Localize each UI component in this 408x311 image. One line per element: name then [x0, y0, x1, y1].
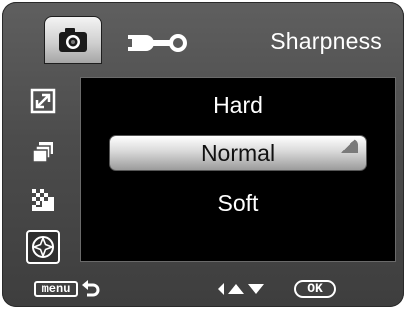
copies-icon[interactable] — [28, 137, 58, 167]
navigation-arrows-icon[interactable] — [216, 282, 272, 296]
resolution-icon[interactable] — [28, 86, 58, 116]
wrench-icon[interactable] — [124, 30, 190, 56]
tab-camera[interactable] — [44, 16, 102, 64]
option-hard[interactable]: Hard — [81, 88, 395, 122]
sidebar-item-sharpness[interactable] — [26, 230, 60, 264]
option-soft[interactable]: Soft — [81, 186, 395, 220]
top-bar: Sharpness — [2, 2, 404, 72]
quality-icon[interactable] — [28, 185, 58, 215]
screen-bezel: Sharpness Hard Normal Soft menu OK — [2, 2, 404, 307]
selection-marker — [338, 139, 358, 153]
back-arrow-icon[interactable] — [80, 279, 102, 299]
page-title: Sharpness — [270, 28, 382, 54]
menu-button[interactable]: menu — [34, 281, 78, 297]
camera-icon — [59, 28, 87, 52]
sharpness-icon — [31, 235, 55, 259]
bottom-bar: menu OK — [2, 276, 404, 304]
option-normal-label: Normal — [200, 140, 276, 166]
options-panel: Hard Normal Soft — [80, 77, 396, 262]
ok-button[interactable]: OK — [294, 280, 336, 298]
option-normal[interactable]: Normal — [109, 135, 367, 171]
